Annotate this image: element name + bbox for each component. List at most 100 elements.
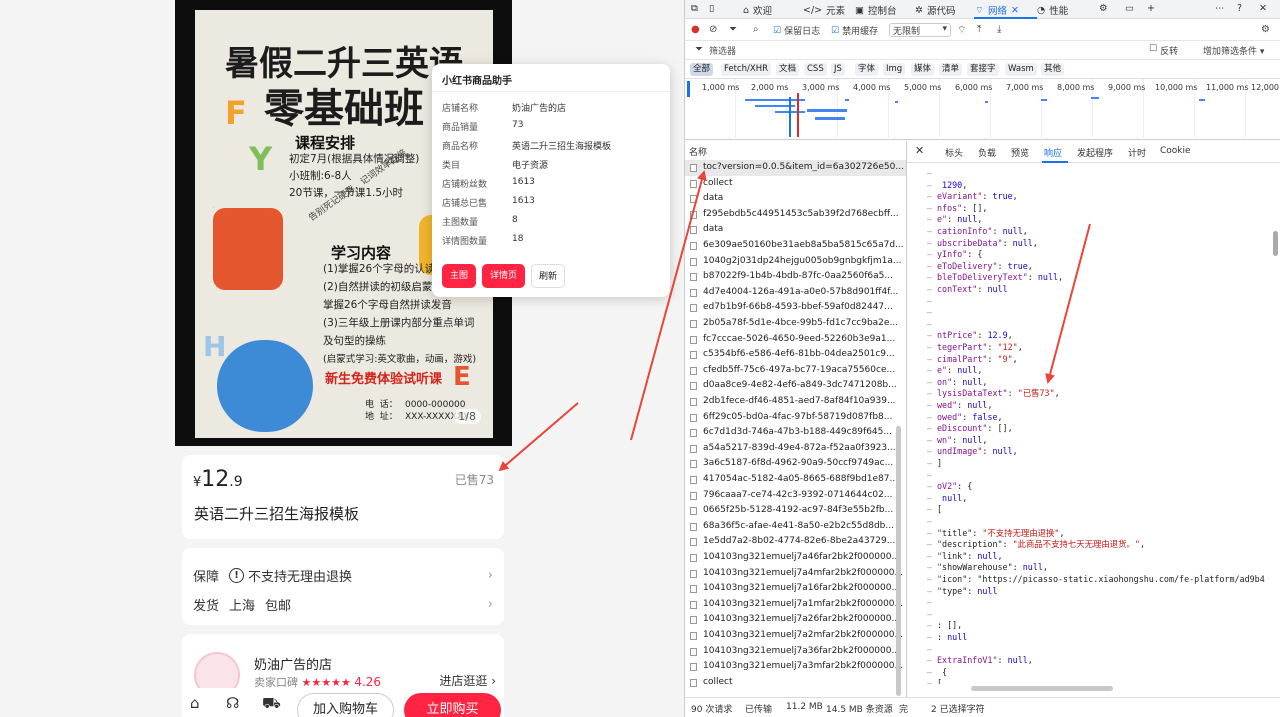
add-to-cart-button[interactable]: 加入购物车	[297, 693, 394, 717]
invert-checkbox[interactable]: ☐ 反转	[1149, 44, 1178, 57]
help-icon[interactable]: ?	[1237, 3, 1242, 14]
buy-now-button[interactable]: 立即购买	[404, 693, 501, 717]
type-filter-wasm[interactable]: Wasm	[1005, 63, 1037, 76]
type-filter-css[interactable]: CSS	[804, 63, 827, 76]
type-filter-media[interactable]: 媒体	[911, 63, 935, 76]
request-row[interactable]: f295ebdb5c44951453c5ab39f2d768ecbff...	[685, 207, 906, 223]
request-row[interactable]: data	[685, 222, 906, 238]
type-filter-doc[interactable]: 文档	[776, 63, 800, 76]
request-row[interactable]: 104103ng321emuelj7a36far2bk2f000000...	[685, 644, 906, 660]
store-icon[interactable]: ⌂	[190, 694, 200, 712]
download-icon[interactable]: ⤓	[997, 24, 1001, 35]
request-row[interactable]: c5354bf6-e586-4ef6-81bb-04dea2501c9...	[685, 347, 906, 363]
network-settings-gear-icon[interactable]: ⚙	[1261, 24, 1270, 35]
request-row[interactable]: 417054ac-5182-4a05-8665-688f9bd1e87...	[685, 472, 906, 488]
type-filter-img[interactable]: Img	[883, 63, 906, 76]
type-filter-all[interactable]: 全部	[690, 63, 714, 76]
preserve-log-checkbox[interactable]: ☑ 保留日志	[773, 24, 820, 38]
more-filters-dropdown[interactable]: 增加筛选条件 ▾	[1203, 44, 1264, 57]
tab-response[interactable]: 响应	[1044, 146, 1062, 159]
guarantee-row[interactable]: 保障 ! 不支持无理由退换 ›	[193, 566, 493, 585]
enter-shop-link[interactable]: 进店逛逛 ›	[439, 672, 496, 689]
request-row[interactable]: ed7b1b9f-66b8-4593-bbef-59af0d82447...	[685, 300, 906, 316]
more-icon[interactable]: ⋯	[1215, 3, 1225, 14]
filter-input[interactable]: 筛选器	[709, 44, 1139, 57]
name-column-header[interactable]: 名称	[689, 145, 707, 158]
network-timeline[interactable]: 1,000 ms 2,000 ms 3,000 ms 4,000 ms 5,00…	[685, 78, 1280, 141]
request-row[interactable]: 2b05a78f-5d1e-4bce-99b5-fd1c7cc9ba2e...	[685, 316, 906, 332]
tab-welcome[interactable]: ⌂ 欢迎	[743, 3, 772, 18]
request-row[interactable]: data	[685, 191, 906, 207]
type-filter-other[interactable]: 其他	[1041, 63, 1065, 76]
request-row[interactable]: 2db1fece-df46-4851-aed7-8af84f10a939...	[685, 394, 906, 410]
tab-headers[interactable]: 标头	[945, 146, 963, 159]
close-devtools-icon[interactable]: ✕	[1259, 3, 1267, 14]
plus-icon[interactable]: +	[1147, 3, 1155, 14]
close-icon[interactable]: ✕	[915, 144, 924, 157]
request-row[interactable]: 4d7e4004-126a-491a-a0e0-57b8d901ff4f...	[685, 285, 906, 301]
settings-gear-icon[interactable]: ⚙	[1099, 3, 1108, 14]
record-icon[interactable]: ●	[691, 24, 700, 35]
tab-performance[interactable]: ◔ 性能	[1037, 3, 1068, 18]
request-list-scrollbar[interactable]	[896, 426, 901, 696]
request-row[interactable]: fc7cccae-5026-4650-9eed-52260b3e9a1...	[685, 332, 906, 348]
request-row[interactable]: 796caaa7-ce74-42c3-9392-0714644c02...	[685, 488, 906, 504]
tab-network[interactable]: ⌔ 网络 ✕	[975, 3, 1019, 18]
shipping-row[interactable]: 发货 上海 包邮 ›	[193, 595, 493, 614]
request-row[interactable]: 104103ng321emuelj7a4mfar2bk2f000000...	[685, 566, 906, 582]
request-row[interactable]: 6ff29c05-bd0a-4fac-97bf-58719d087fb8...	[685, 410, 906, 426]
tab-sources[interactable]: ✲ 源代码	[915, 3, 955, 18]
type-filter-font[interactable]: 字体	[855, 63, 879, 76]
type-filter-socket[interactable]: 套接字	[967, 63, 999, 76]
response-code-viewer[interactable]: – – 1290, – eVariant": true, – nfos": [], – e":…	[907, 164, 1280, 684]
type-filter-manifest[interactable]: 清单	[939, 63, 963, 76]
cart-icon[interactable]: ⛟	[262, 694, 281, 714]
device-toolbar-icon[interactable]: ▯	[709, 3, 714, 14]
refresh-button[interactable]: 刷新	[531, 264, 565, 288]
request-row[interactable]: 104103ng321emuelj7a3mfar2bk2f000000...	[685, 659, 906, 675]
request-row[interactable]: 1040g2j031dp24hejgu005ob9gnbgkfjm1a...	[685, 254, 906, 270]
dock-icon[interactable]: ⧉	[691, 3, 698, 14]
search-icon[interactable]: ⌕	[753, 24, 759, 35]
request-row[interactable]: collect	[685, 176, 906, 192]
tab-payload[interactable]: 负载	[978, 146, 996, 159]
disable-cache-checkbox[interactable]: ☑ 禁用缓存	[831, 24, 878, 38]
tab-timing[interactable]: 计时	[1128, 146, 1146, 159]
request-row[interactable]: 6c7d1d3d-746a-47b3-b188-449c89f645...	[685, 425, 906, 441]
request-row[interactable]: 6e309ae50160be31aeb8a5ba5815c65a7d...	[685, 238, 906, 254]
request-row[interactable]: 1e5dd7a2-8b02-4774-82e6-8be2a43729...	[685, 534, 906, 550]
tab-preview[interactable]: 预览	[1011, 146, 1029, 159]
request-row[interactable]: 3a6c5187-6f8d-4962-90a9-50ccf9749ac...	[685, 456, 906, 472]
request-row[interactable]: 104103ng321emuelj7a46far2bk2f000000...	[685, 550, 906, 566]
throttle-select[interactable]: 无限制 ▾	[889, 23, 951, 37]
detail-page-button[interactable]: 详情页	[482, 264, 525, 288]
code-vertical-scrollbar[interactable]	[1273, 231, 1278, 256]
filter-icon[interactable]: ⏷	[729, 24, 737, 35]
clear-icon[interactable]: ⊘	[709, 24, 717, 35]
request-row[interactable]: 104103ng321emuelj7a2mfar2bk2f000000...	[685, 628, 906, 644]
request-row[interactable]: 104103ng321emuelj7a1mfar2bk2f000000...	[685, 597, 906, 613]
request-row[interactable]: cfedb5ff-75c6-497a-bc77-19aca75560ce...	[685, 363, 906, 379]
upload-icon[interactable]: ⤒	[977, 24, 981, 35]
close-icon[interactable]: ✕	[1011, 5, 1019, 16]
tab-elements[interactable]: </> 元素	[803, 3, 845, 18]
request-row[interactable]: 68a36f5c-afae-4e41-8a50-e2b2c55d8db...	[685, 519, 906, 535]
request-row[interactable]: 104103ng321emuelj7a16far2bk2f000000...	[685, 581, 906, 597]
request-row[interactable]: 0665f25b-5128-4192-ac97-84f3e55b2fb...	[685, 503, 906, 519]
network-conditions-icon[interactable]: ⌔	[957, 24, 966, 37]
type-filter-fetch-xhr[interactable]: Fetch/XHR	[721, 63, 772, 76]
request-row[interactable]: d0aa8ce9-4e82-4ef6-a849-3dc7471208b...	[685, 378, 906, 394]
request-row[interactable]: 104103ng321emuelj7a26far2bk2f000000...	[685, 612, 906, 628]
request-row[interactable]: collect	[685, 675, 906, 691]
tab-console[interactable]: ▣ 控制台	[855, 3, 897, 18]
tab-initiator[interactable]: 发起程序	[1077, 146, 1113, 159]
panel-icon[interactable]: ▭	[1125, 3, 1134, 14]
code-horizontal-scrollbar[interactable]	[971, 686, 1113, 691]
customer-service-icon[interactable]: ☊	[226, 694, 239, 712]
request-row[interactable]: b87022f9-1b4b-4bdb-87fc-0aa2560f6a5...	[685, 269, 906, 285]
main-images-button[interactable]: 主图	[442, 264, 476, 288]
type-filter-js[interactable]: JS	[831, 63, 845, 76]
request-row[interactable]: a54a5217-839d-49e4-872a-f52aa0f3923...	[685, 441, 906, 457]
request-row[interactable]: toc?version=0.0.5&item_id=6a302726e50...	[685, 160, 906, 176]
tab-cookie[interactable]: Cookie	[1160, 146, 1191, 156]
